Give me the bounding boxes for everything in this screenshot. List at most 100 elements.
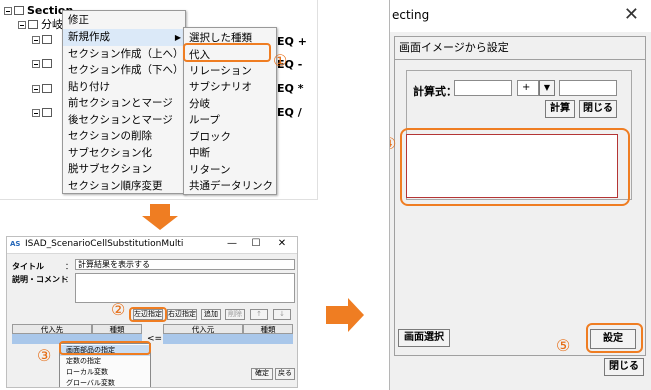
eq-label: EQ + <box>277 35 307 48</box>
comment-textarea[interactable] <box>75 273 295 303</box>
collapse-icon[interactable] <box>18 21 26 29</box>
eq-label: EQ * <box>277 82 304 95</box>
tree-node-branch[interactable]: 分岐 <box>18 18 63 32</box>
close-icon[interactable]: ✕ <box>273 238 291 249</box>
add-button[interactable]: 追加 <box>201 309 221 320</box>
submenu-item-subscenario[interactable]: サブシナリオ <box>184 79 276 96</box>
collapse-icon[interactable] <box>32 85 40 93</box>
menu-item-paste[interactable]: 貼り付け <box>63 79 185 96</box>
column-header-type[interactable]: 種類 <box>243 324 293 334</box>
tree-node-eq[interactable] <box>32 57 55 71</box>
isad-dialog: AS ISAD_ScenarioCellSubstitutionMulti — … <box>6 236 298 388</box>
menu-item-unsubsection[interactable]: 脱サブセクション <box>63 161 185 178</box>
branch-icon <box>28 20 38 29</box>
highlight-set-button <box>586 323 643 353</box>
operator-dropdown-icon[interactable]: ▼ <box>539 80 555 96</box>
submenu-arrow-icon: ▶ <box>174 33 181 42</box>
bottom-close-button[interactable]: 閉じる <box>604 358 644 376</box>
dropdown-item-global-var[interactable]: グローバル変数 <box>60 378 150 387</box>
submenu-item-data-link[interactable]: 共通データリンク <box>184 178 276 195</box>
context-menu: 修正 新規作成 ▶ セクション作成（上へ） セクション作成（下へ） 貼り付け 前セ… <box>62 10 186 194</box>
submenu-item-branch[interactable]: 分岐 <box>184 96 276 113</box>
submenu-item-break[interactable]: 中断 <box>184 145 276 162</box>
setting-dialog: ecting ✕ 画面イメージから設定 計算式： + ▼ 計算 閉じる ④ 画面… <box>389 0 651 390</box>
back-button[interactable]: 戻る <box>275 368 295 380</box>
formula-label: 計算式： <box>413 85 457 98</box>
comment-label: 説明・コメント <box>12 275 68 284</box>
dialog-titlebar: ecting ✕ <box>390 0 651 32</box>
node-icon <box>42 108 52 117</box>
menu-item-subsection[interactable]: サブセクション化 <box>63 145 185 162</box>
calc-button[interactable]: 計算 <box>545 100 575 118</box>
tree-panel: Section 分岐 EQ + EQ - EQ * EQ / 修正 新規作成 ▶ … <box>0 0 318 200</box>
close-formula-button[interactable]: 閉じる <box>579 100 617 118</box>
maximize-icon[interactable]: ☐ <box>247 238 265 249</box>
tree-node-label: 分岐 <box>41 18 63 31</box>
confirm-button[interactable]: 確定 <box>251 368 273 380</box>
step-marker-2: ② <box>111 300 126 319</box>
formula-left-input[interactable] <box>454 80 512 96</box>
menu-item-section-below[interactable]: セクション作成（下へ） <box>63 62 185 79</box>
operator-select[interactable]: + <box>517 80 539 96</box>
menu-item-reorder[interactable]: セクション順序変更 <box>63 178 185 195</box>
highlight-assign <box>183 43 271 62</box>
column-header-target[interactable]: 代入先 <box>12 324 92 334</box>
collapse-icon[interactable] <box>4 7 12 15</box>
collapse-icon[interactable] <box>32 60 40 68</box>
right-arrow-head <box>348 298 364 332</box>
submenu-item-relation[interactable]: リレーション <box>184 63 276 80</box>
menu-item-section-above[interactable]: セクション作成（上へ） <box>63 46 185 63</box>
menu-item-label: 新規作成 <box>68 31 110 43</box>
right-side-button[interactable]: 右辺指定 <box>167 309 197 320</box>
collapse-icon[interactable] <box>32 109 40 117</box>
node-icon <box>42 59 52 68</box>
menu-item-edit[interactable]: 修正 <box>63 12 185 29</box>
formula-right-input[interactable] <box>559 80 617 96</box>
isad-titlebar: AS ISAD_ScenarioCellSubstitutionMulti — … <box>7 237 297 254</box>
highlight-screen-part <box>59 341 151 355</box>
submenu-item-block[interactable]: ブロック <box>184 129 276 146</box>
comment-colon: ： <box>65 275 73 284</box>
menu-item-new[interactable]: 新規作成 ▶ <box>63 29 185 46</box>
tree-node-eq[interactable] <box>32 33 55 47</box>
node-icon <box>42 35 52 44</box>
submenu-item-return[interactable]: リターン <box>184 162 276 179</box>
highlight-left-side <box>129 307 167 322</box>
app-badge: AS <box>10 240 21 248</box>
dropdown-item-constant[interactable]: 定数の指定 <box>60 356 150 367</box>
step-marker-5: ⑤ <box>556 336 571 355</box>
tree-node-eq[interactable] <box>32 106 55 120</box>
eq-label: EQ / <box>277 106 302 119</box>
tree-node-eq[interactable] <box>32 82 55 96</box>
screen-select-button[interactable]: 画面選択 <box>398 329 450 347</box>
dialog-title: ecting <box>392 8 430 22</box>
highlight-textarea <box>400 128 630 206</box>
delete-button[interactable]: 削除 <box>225 309 245 320</box>
move-down-button[interactable]: ↓ <box>273 309 291 320</box>
dialog-header: 画面イメージから設定 <box>394 36 646 60</box>
close-icon[interactable]: ✕ <box>624 4 639 25</box>
menu-item-merge-prev[interactable]: 前セクションとマージ <box>63 95 185 112</box>
collapse-icon[interactable] <box>32 36 40 44</box>
down-arrow-shaft <box>150 204 170 216</box>
dropdown-item-local-var[interactable]: ローカル変数 <box>60 367 150 378</box>
isad-title: ISAD_ScenarioCellSubstitutionMulti <box>25 239 184 249</box>
step-marker-3: ③ <box>37 346 52 365</box>
table-row-selected[interactable] <box>163 334 293 344</box>
title-input[interactable]: 計算結果を表示する <box>75 259 295 270</box>
step-marker-1: ① <box>273 51 288 70</box>
move-up-button[interactable]: ↑ <box>250 309 268 320</box>
column-header-type[interactable]: 種類 <box>92 324 142 334</box>
menu-item-delete[interactable]: セクションの削除 <box>63 128 185 145</box>
minimize-icon[interactable]: — <box>223 238 241 249</box>
title-label: タイトル <box>12 262 44 271</box>
submenu-item-loop[interactable]: ループ <box>184 112 276 129</box>
node-icon <box>42 84 52 93</box>
menu-item-merge-next[interactable]: 後セクションとマージ <box>63 112 185 129</box>
step-marker-4: ④ <box>390 136 396 152</box>
down-arrow-head <box>142 216 178 230</box>
section-icon <box>14 6 24 15</box>
right-arrow-shaft <box>326 306 348 324</box>
title-colon: ： <box>65 262 73 271</box>
column-header-source[interactable]: 代入元 <box>163 324 243 334</box>
